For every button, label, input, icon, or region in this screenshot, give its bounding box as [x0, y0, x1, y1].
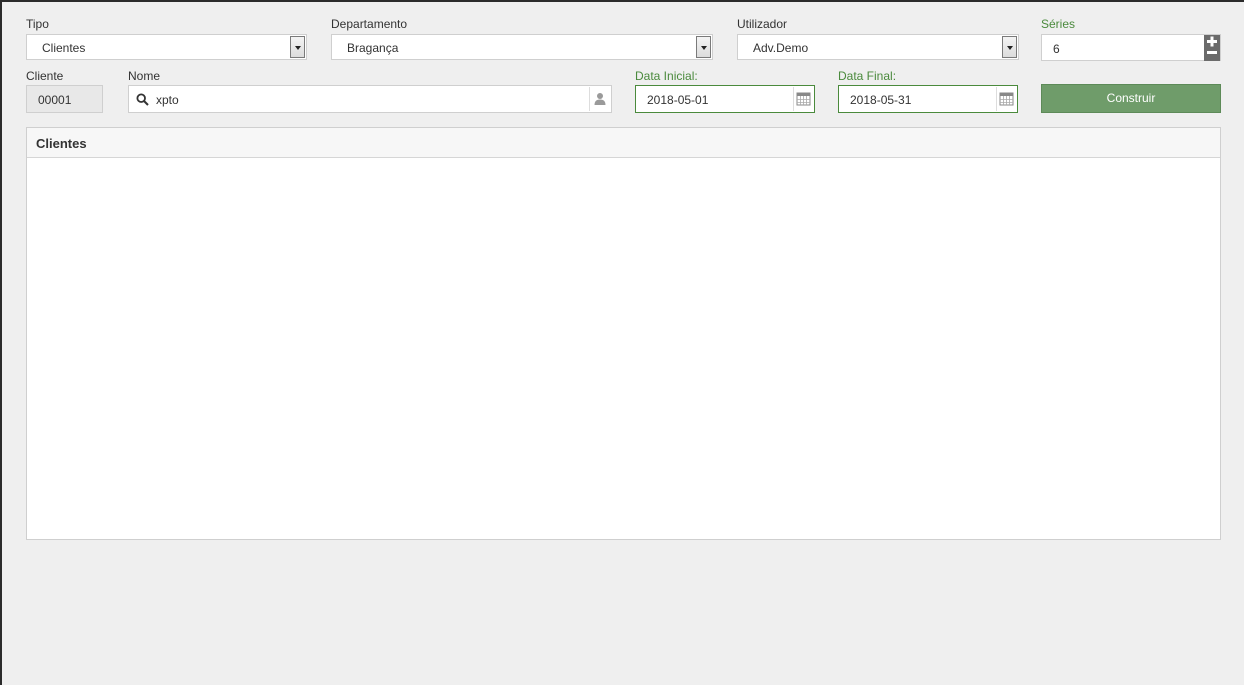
departamento-select[interactable]: Bragança	[331, 34, 713, 60]
data-final-label: Data Final:	[838, 69, 897, 83]
series-value: 6	[1053, 42, 1060, 56]
chevron-down-icon[interactable]	[696, 36, 711, 58]
series-stepper[interactable]: 6	[1041, 34, 1221, 61]
plus-icon[interactable]	[1207, 36, 1217, 47]
chevron-down-icon[interactable]	[1002, 36, 1017, 58]
data-inicial-value: 2018-05-01	[647, 93, 709, 107]
utilizador-value: Adv.Demo	[753, 41, 809, 55]
tipo-select[interactable]: Clientes	[26, 34, 307, 60]
cliente-value: 00001	[38, 93, 72, 107]
nome-field[interactable]: xpto	[128, 85, 612, 113]
search-icon	[136, 93, 149, 109]
tipo-value: Clientes	[42, 41, 86, 55]
departamento-value: Bragança	[347, 41, 399, 55]
nome-label: Nome	[128, 69, 161, 83]
data-final-field[interactable]: 2018-05-31	[838, 85, 1018, 113]
minus-icon[interactable]	[1207, 51, 1217, 54]
utilizador-label: Utilizador	[737, 17, 788, 31]
utilizador-select[interactable]: Adv.Demo	[737, 34, 1019, 60]
tipo-label: Tipo	[26, 17, 49, 31]
series-label: Séries	[1041, 17, 1076, 31]
data-inicial-field[interactable]: 2018-05-01	[635, 85, 815, 113]
nome-value: xpto	[156, 93, 179, 107]
cliente-field: 00001	[26, 85, 103, 113]
calendar-icon[interactable]	[793, 87, 813, 111]
chevron-down-icon[interactable]	[290, 36, 305, 58]
panel-body	[27, 158, 1220, 539]
user-icon[interactable]	[589, 87, 610, 111]
clientes-panel: Clientes	[26, 127, 1221, 540]
departamento-label: Departamento	[331, 17, 408, 31]
construir-button[interactable]: Construir	[1041, 84, 1221, 113]
stepper-controls	[1204, 35, 1220, 61]
calendar-icon[interactable]	[996, 87, 1016, 111]
data-inicial-label: Data Inicial:	[635, 69, 698, 83]
panel-title: Clientes	[27, 128, 1220, 158]
cliente-label: Cliente	[26, 69, 64, 83]
data-final-value: 2018-05-31	[850, 93, 912, 107]
